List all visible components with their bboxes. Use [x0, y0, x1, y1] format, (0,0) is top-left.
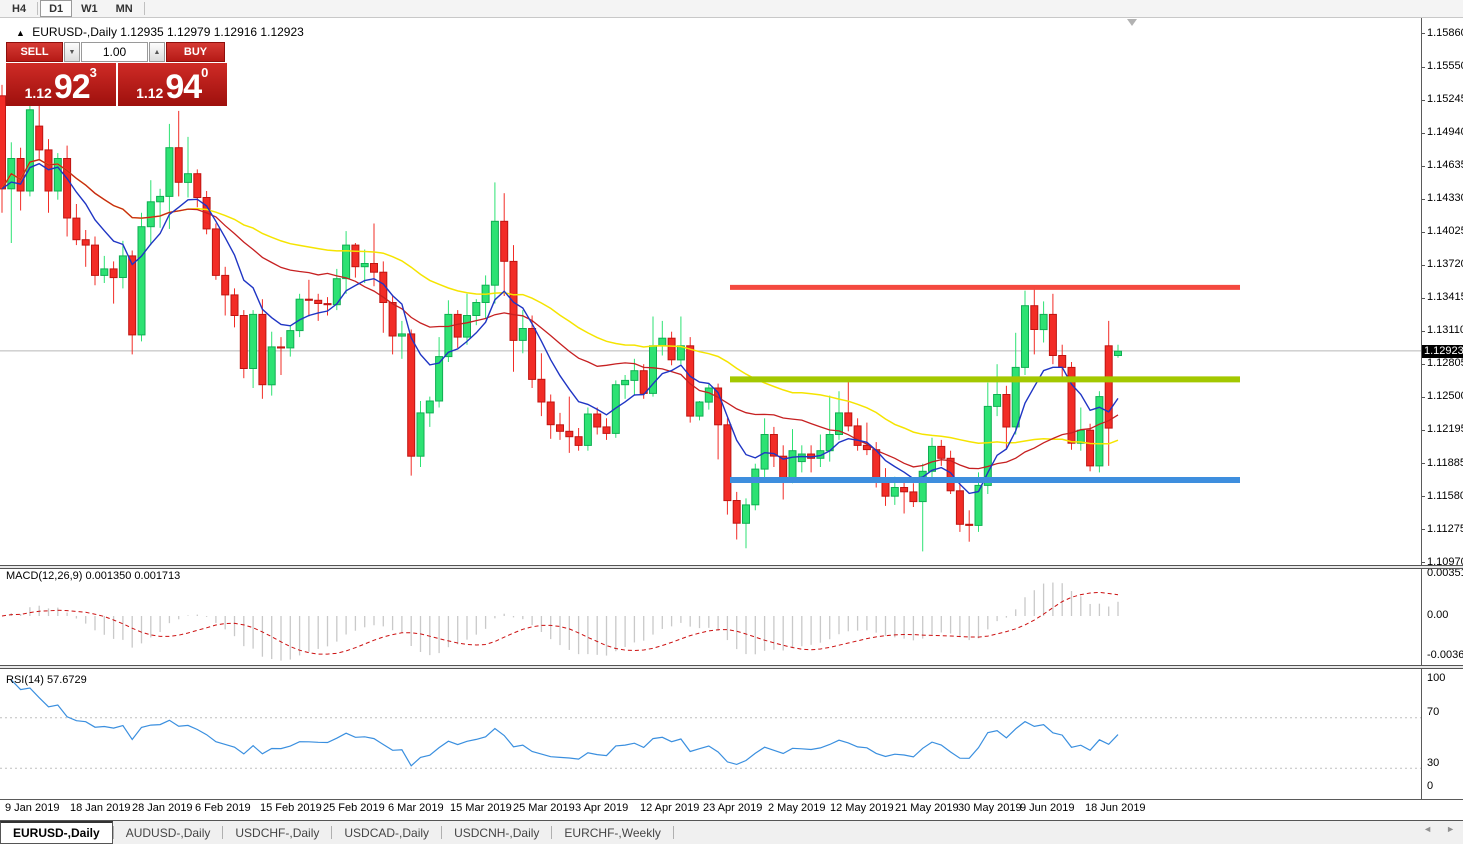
sell-button[interactable]: SELL	[6, 42, 63, 62]
volume-increase-button[interactable]: ▲	[149, 42, 165, 62]
one-click-trade-panel: SELL ▼ ▲ BUY 1.12 92 3 1.12 94 0	[6, 42, 227, 106]
date-axis-label: 18 Jun 2019	[1085, 802, 1146, 814]
price-axis-label: 1.12500	[1427, 390, 1463, 402]
date-axis-label: 6 Mar 2019	[388, 802, 444, 814]
price-axis-label: 1.13720	[1427, 258, 1463, 270]
date-axis-label: 25 Mar 2019	[513, 802, 575, 814]
timeframe-button-d1[interactable]: D1	[40, 0, 72, 17]
date-axis-label: 9 Jan 2019	[5, 802, 59, 814]
price-axis-label: 1.11885	[1427, 457, 1463, 469]
chart-title: ▲ EURUSD-,Daily 1.12935 1.12979 1.12916 …	[16, 25, 304, 39]
volume-input[interactable]	[81, 42, 148, 62]
date-axis-divider	[0, 799, 1463, 800]
date-axis-label: 3 Apr 2019	[575, 802, 628, 814]
date-axis-label: 9 Jun 2019	[1020, 802, 1074, 814]
macd-label: MACD(12,26,9) 0.001350 0.001713	[6, 570, 180, 582]
current-price-tag: 1.12923	[1421, 345, 1463, 358]
indicator-axis-label: 30	[1427, 757, 1439, 769]
rsi-label: RSI(14) 57.6729	[6, 674, 87, 686]
date-axis-label: 12 May 2019	[830, 802, 894, 814]
price-axis-label: 1.14330	[1427, 192, 1463, 204]
indicator-axis-label: 0.00	[1427, 609, 1448, 621]
date-axis-label: 15 Mar 2019	[450, 802, 512, 814]
macd-pane-splitter[interactable]	[0, 565, 1463, 569]
axis-divider	[1421, 18, 1422, 800]
buy-price-point: 0	[201, 67, 208, 79]
indicator-axis-label: 0	[1427, 780, 1433, 792]
date-axis-label: 2 May 2019	[768, 802, 825, 814]
indicator-axis-label: 70	[1427, 706, 1439, 718]
date-axis-label: 18 Jan 2019	[70, 802, 131, 814]
price-axis-label: 1.13415	[1427, 291, 1463, 303]
price-axis-label: 1.15550	[1427, 60, 1463, 72]
timeframe-button-h4[interactable]: H4	[3, 0, 35, 17]
tab-scroll-right-icon[interactable]: ►	[1446, 824, 1455, 834]
tab-scroll-arrows: ◄ ►	[1423, 824, 1455, 834]
symbol-tab-1[interactable]: EURUSD-,Daily	[0, 821, 113, 844]
chart-tab-bar: EURUSD-,DailyAUDUSD-,DailyUSDCHF-,DailyU…	[0, 820, 1463, 844]
tab-scroll-left-icon[interactable]: ◄	[1423, 824, 1432, 834]
collapse-triangle-icon[interactable]: ▲	[16, 28, 25, 38]
date-axis-label: 12 Apr 2019	[640, 802, 699, 814]
indicator-axis-label: -0.00367	[1427, 649, 1463, 661]
timeframe-button-mn[interactable]: MN	[107, 0, 142, 17]
date-axis-label: 28 Jan 2019	[132, 802, 193, 814]
date-axis-label: 21 May 2019	[895, 802, 959, 814]
volume-decrease-button[interactable]: ▼	[64, 42, 80, 62]
date-axis-label: 6 Feb 2019	[195, 802, 251, 814]
timeframe-toolbar: H4 D1W1MN	[0, 0, 1463, 18]
symbol-tab-6[interactable]: EURCHF-,Weekly	[552, 821, 672, 844]
price-axis-label: 1.11275	[1427, 523, 1463, 535]
price-axis-label: 1.15245	[1427, 93, 1463, 105]
rsi-pane-splitter[interactable]	[0, 665, 1463, 669]
sell-price-pips: 92	[54, 71, 90, 103]
price-axis-label: 1.14635	[1427, 159, 1463, 171]
chart-shift-marker[interactable]	[1127, 19, 1137, 26]
price-axis-label: 1.14025	[1427, 225, 1463, 237]
terminal-window: H4 D1W1MN ▲ EURUSD-,Daily 1.12935 1.12979…	[0, 0, 1463, 844]
date-axis-label: 15 Feb 2019	[260, 802, 322, 814]
date-axis-label: 25 Feb 2019	[323, 802, 385, 814]
symbol-tab-4[interactable]: USDCAD-,Daily	[332, 821, 441, 844]
price-axis-label: 1.15860	[1427, 27, 1463, 39]
price-axis-label: 1.12805	[1427, 357, 1463, 369]
price-axis-label: 1.12195	[1427, 423, 1463, 435]
symbol-tab-2[interactable]: AUDUSD-,Daily	[114, 821, 223, 844]
symbol-tab-5[interactable]: USDCNH-,Daily	[442, 821, 551, 844]
date-axis-label: 23 Apr 2019	[703, 802, 762, 814]
price-axis-label: 1.14940	[1427, 126, 1463, 138]
sell-price-figure: 1.12	[25, 83, 52, 103]
sell-price-box[interactable]: 1.12 92 3	[6, 63, 116, 106]
price-axis-label: 1.11580	[1427, 490, 1463, 502]
indicator-axis-label: 100	[1427, 672, 1445, 684]
buy-button[interactable]: BUY	[166, 42, 225, 62]
buy-price-figure: 1.12	[136, 83, 163, 103]
buy-price-pips: 94	[165, 71, 201, 103]
symbol-tab-3[interactable]: USDCHF-,Daily	[223, 821, 331, 844]
price-axis-label: 1.13110	[1427, 324, 1463, 336]
timeframe-button-w1[interactable]: W1	[72, 0, 107, 17]
buy-price-box[interactable]: 1.12 94 0	[118, 63, 228, 106]
ohlc-readout: 1.12935 1.12979 1.12916 1.12923	[120, 25, 304, 39]
chart-canvas[interactable]	[0, 18, 1463, 844]
symbol-name: EURUSD-,Daily	[32, 25, 117, 39]
date-axis-label: 30 May 2019	[958, 802, 1022, 814]
sell-price-point: 3	[90, 67, 97, 79]
